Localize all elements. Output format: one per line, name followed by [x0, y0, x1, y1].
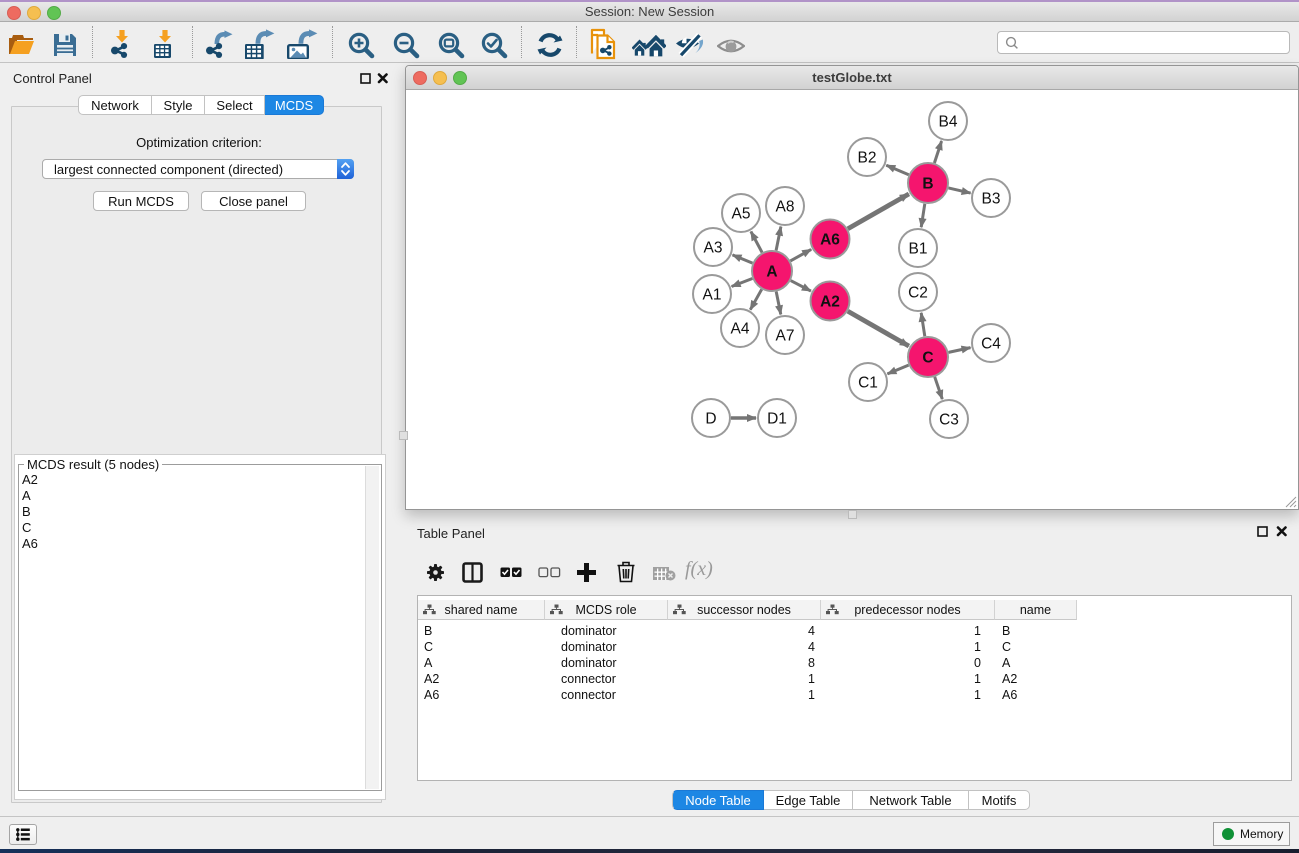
svg-text:C2: C2: [908, 285, 928, 302]
svg-text:B: B: [922, 176, 933, 193]
svg-text:A4: A4: [731, 321, 750, 338]
svg-text:A8: A8: [776, 199, 795, 216]
svg-text:D: D: [705, 411, 716, 428]
svg-text:C3: C3: [939, 412, 959, 429]
svg-text:A2: A2: [820, 294, 840, 311]
svg-text:B1: B1: [909, 241, 928, 258]
svg-text:C1: C1: [858, 375, 878, 392]
svg-text:B3: B3: [982, 191, 1001, 208]
svg-text:B4: B4: [939, 114, 958, 131]
svg-text:A3: A3: [704, 240, 723, 257]
svg-text:A5: A5: [732, 206, 751, 223]
svg-text:A7: A7: [776, 328, 795, 345]
svg-text:D1: D1: [767, 411, 787, 428]
svg-text:A1: A1: [703, 287, 722, 304]
svg-text:B2: B2: [858, 150, 877, 167]
svg-text:C: C: [922, 350, 933, 367]
svg-text:A: A: [766, 264, 777, 281]
svg-text:C4: C4: [981, 336, 1001, 353]
svg-text:A6: A6: [820, 232, 840, 249]
